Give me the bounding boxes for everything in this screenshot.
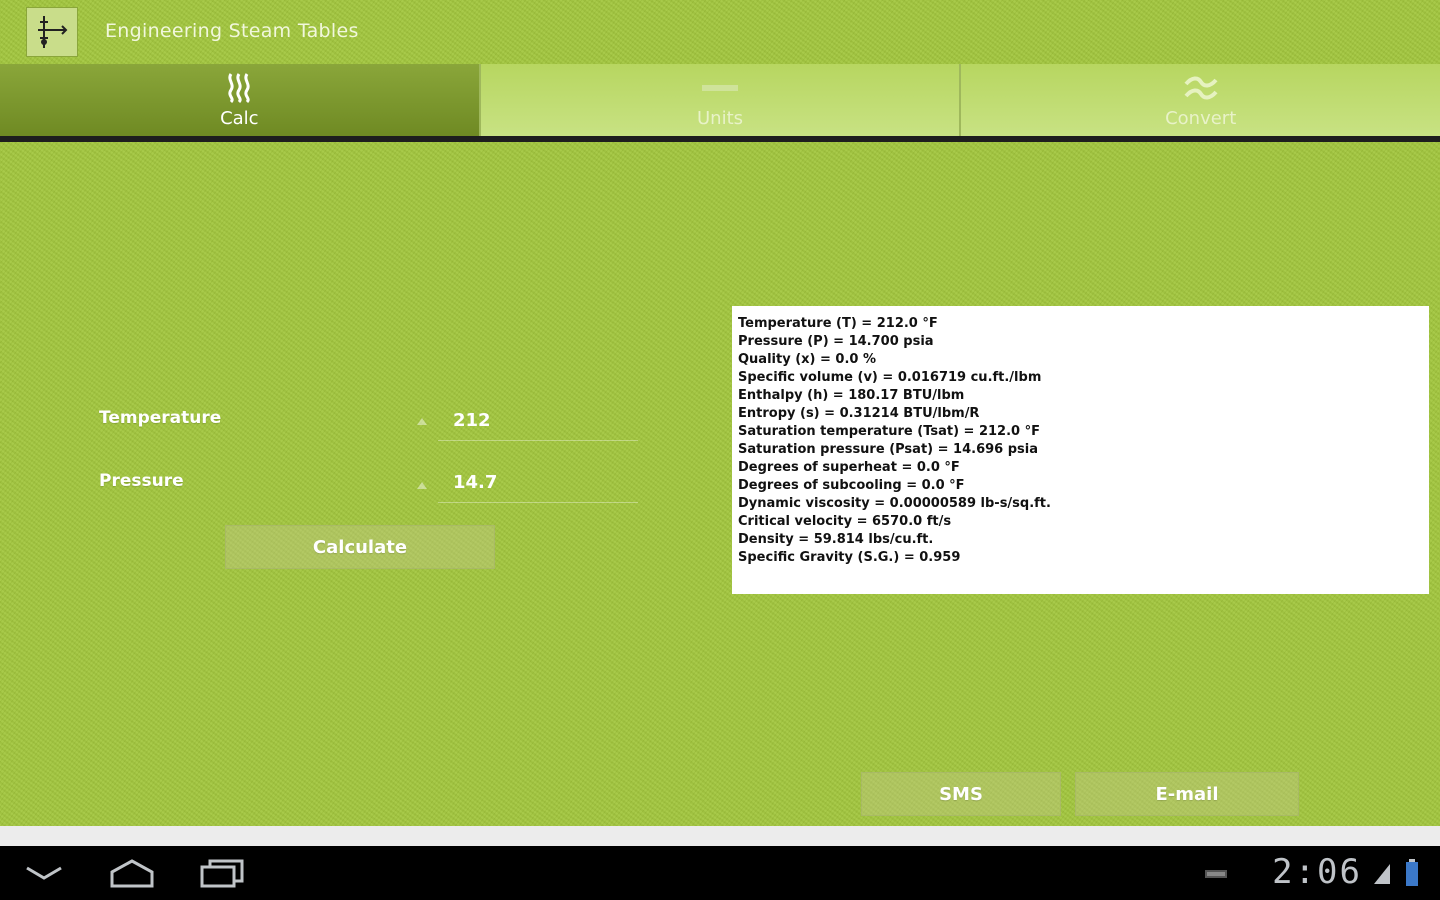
- result-line: Enthalpy (h) = 180.17 BTU/lbm: [738, 388, 965, 403]
- temperature-label: Temperature: [99, 408, 222, 428]
- app-title: Engineering Steam Tables: [105, 20, 359, 42]
- notification-icon[interactable]: [1204, 866, 1228, 885]
- action-bar: Engineering Steam Tables: [0, 0, 1440, 64]
- result-line: Entropy (s) = 0.31214 BTU/lbm/R: [738, 406, 980, 421]
- pressure-label: Pressure: [99, 471, 184, 491]
- result-line: Pressure (P) = 14.700 psia: [738, 334, 934, 349]
- battery-icon: [1404, 858, 1420, 892]
- steam-icon: [224, 72, 254, 104]
- tab-convert-label: Convert: [1165, 107, 1237, 129]
- units-bar-icon: [702, 72, 738, 104]
- tab-units-label: Units: [696, 107, 744, 129]
- calculate-button[interactable]: Calculate: [225, 525, 495, 569]
- pressure-input[interactable]: 14.7: [438, 463, 638, 503]
- pressure-field-indicator: [417, 482, 427, 489]
- tab-convert[interactable]: Convert: [961, 64, 1440, 136]
- bottom-strip: [0, 826, 1440, 846]
- tab-calc-label: Calc: [220, 107, 259, 129]
- result-line: Temperature (T) = 212.0 °F: [738, 316, 938, 331]
- temperature-field-indicator: [417, 418, 427, 425]
- app-window: Engineering Steam Tables Calc Units Conv…: [0, 0, 1440, 826]
- approx-icon: [1183, 72, 1219, 104]
- result-line: Specific volume (v) = 0.016719 cu.ft./lb…: [738, 370, 1042, 385]
- steam-app-icon[interactable]: [26, 7, 78, 57]
- sms-button[interactable]: SMS: [861, 772, 1061, 816]
- tab-bar-divider: [0, 136, 1440, 142]
- tab-bar: Calc Units Convert: [0, 64, 1440, 136]
- tab-units[interactable]: Units: [480, 64, 962, 136]
- results-panel: Temperature (T) = 212.0 °F Pressure (P) …: [732, 306, 1429, 594]
- result-line: Degrees of superheat = 0.0 °F: [738, 460, 960, 475]
- back-chevron-icon[interactable]: [14, 854, 74, 892]
- result-line: Density = 59.814 lbs/cu.ft.: [738, 532, 934, 547]
- system-clock: 2:06: [1272, 852, 1362, 892]
- result-line: Critical velocity = 6570.0 ft/s: [738, 514, 952, 529]
- result-line: Degrees of subcooling = 0.0 °F: [738, 478, 965, 493]
- temperature-input[interactable]: 212: [438, 401, 638, 441]
- result-line: Quality (x) = 0.0 %: [738, 352, 876, 367]
- home-icon[interactable]: [102, 854, 162, 892]
- result-line: Dynamic viscosity = 0.00000589 lb-s/sq.f…: [738, 496, 1051, 511]
- tab-calc[interactable]: Calc: [0, 64, 481, 136]
- result-line: Specific Gravity (S.G.) = 0.959: [738, 550, 961, 565]
- recent-apps-icon[interactable]: [192, 854, 252, 892]
- email-button[interactable]: E-mail: [1075, 772, 1299, 816]
- result-line: Saturation pressure (Psat) = 14.696 psia: [738, 442, 1039, 457]
- system-nav-bar: 2:06: [0, 846, 1440, 900]
- signal-icon: [1372, 860, 1392, 890]
- result-line: Saturation temperature (Tsat) = 212.0 °F: [738, 424, 1040, 439]
